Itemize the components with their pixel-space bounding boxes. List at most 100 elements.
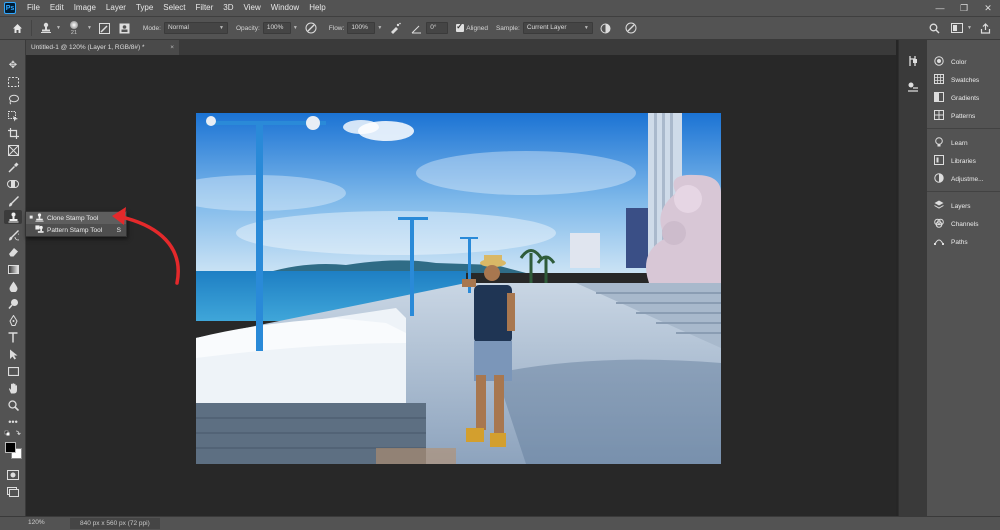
menu-bar: Ps File Edit Image Layer Type Select Fil…	[0, 0, 1000, 16]
clone-stamp-flyout-menu: ■ Clone Stamp Tool S Pattern Stamp Tool …	[25, 211, 127, 237]
angle-value: 0°	[430, 24, 437, 31]
menu-type[interactable]: Type	[131, 0, 158, 16]
zoom-level[interactable]: 120%	[28, 519, 52, 526]
search-icon[interactable]	[927, 21, 941, 35]
panel-gradients[interactable]: Gradients	[933, 92, 979, 104]
document-tab[interactable]: Untitled-1 @ 120% (Layer 1, RGB/8#) * ×	[26, 40, 179, 55]
move-tool-icon[interactable]: ✥	[4, 58, 22, 72]
layers-icon	[933, 200, 945, 212]
eraser-tool-icon[interactable]	[4, 245, 22, 259]
close-tab-icon[interactable]: ×	[170, 40, 174, 55]
panel-swatches[interactable]: Swatches	[933, 74, 979, 86]
sample-select[interactable]: Current Layer ▼	[522, 22, 593, 34]
document-info[interactable]: 840 px x 560 px (72 ppi)	[70, 518, 160, 529]
brush-size-value: 21	[70, 29, 78, 36]
path-selection-tool-icon[interactable]	[4, 347, 22, 361]
angle-icon	[409, 21, 423, 35]
dodge-tool-icon[interactable]	[4, 296, 22, 310]
blur-tool-icon[interactable]	[4, 279, 22, 293]
chevron-down-icon[interactable]: ▼	[967, 25, 972, 31]
menu-layer[interactable]: Layer	[101, 0, 131, 16]
menu-help[interactable]: Help	[304, 0, 330, 16]
channels-icon	[933, 218, 945, 230]
chevron-down-icon[interactable]: ▼	[87, 25, 92, 31]
ignore-adjustment-layers-icon[interactable]	[599, 21, 613, 35]
screen-mode-icon[interactable]	[4, 485, 22, 499]
flyout-item-clone-stamp[interactable]: ■ Clone Stamp Tool S	[26, 212, 126, 224]
opacity-input[interactable]: 100%	[262, 22, 291, 34]
minimize-button[interactable]: —	[928, 0, 952, 16]
foreground-color-swatch[interactable]	[5, 442, 16, 453]
default-colors-icon[interactable]	[4, 430, 22, 438]
history-brush-tool-icon[interactable]	[4, 228, 22, 242]
canvas-photo[interactable]	[196, 113, 721, 464]
restore-button[interactable]: ❐	[952, 0, 976, 16]
menu-window[interactable]: Window	[266, 0, 304, 16]
close-button[interactable]: ✕	[976, 0, 1000, 16]
menu-select[interactable]: Select	[158, 0, 190, 16]
angle-input[interactable]: 0°	[426, 22, 449, 34]
pressure-size-icon[interactable]	[624, 21, 638, 35]
panel-learn[interactable]: Learn	[933, 137, 968, 149]
gradient-tool-icon[interactable]	[4, 262, 22, 276]
panel-patterns[interactable]: Patterns	[933, 110, 975, 122]
menu-filter[interactable]: Filter	[191, 0, 219, 16]
panel-label: Learn	[951, 139, 968, 147]
more-tools-icon[interactable]: •••	[4, 415, 22, 429]
menu-view[interactable]: View	[239, 0, 266, 16]
panel-layers[interactable]: Layers	[933, 200, 971, 212]
brush-settings-icon[interactable]	[98, 21, 112, 35]
menu-edit[interactable]: Edit	[45, 0, 69, 16]
rectangle-tool-icon[interactable]	[4, 364, 22, 378]
collapsed-panel-strip	[898, 40, 926, 516]
zoom-tool-icon[interactable]	[4, 398, 22, 412]
airbrush-icon[interactable]	[388, 21, 402, 35]
pressure-opacity-icon[interactable]	[304, 21, 318, 35]
panel-adjustments[interactable]: Adjustme...	[933, 173, 984, 185]
panel-libraries[interactable]: Libraries	[933, 155, 976, 167]
photoshop-logo[interactable]: Ps	[4, 2, 16, 14]
brush-preset-picker[interactable]: 21	[65, 17, 83, 39]
frame-tool-icon[interactable]	[4, 143, 22, 157]
color-swatches[interactable]	[5, 442, 23, 460]
tools-panel: ✥ •••	[0, 40, 26, 516]
brush-tip-icon	[69, 20, 78, 29]
hand-tool-icon[interactable]	[4, 381, 22, 395]
panel-channels[interactable]: Channels	[933, 218, 978, 230]
share-icon[interactable]	[978, 21, 992, 35]
workspace-icon[interactable]	[950, 21, 964, 35]
mode-select[interactable]: Normal ▼	[163, 22, 228, 34]
flyout-item-pattern-stamp[interactable]: Pattern Stamp Tool S	[26, 224, 126, 236]
aligned-checkbox[interactable]	[456, 22, 465, 32]
panel-color[interactable]: Color	[933, 56, 967, 68]
chevron-down-icon[interactable]: ▼	[293, 25, 298, 31]
chevron-down-icon: ▼	[219, 25, 224, 31]
clone-stamp-tool-icon[interactable]	[4, 210, 22, 224]
chevron-down-icon[interactable]: ▼	[377, 25, 382, 31]
menu-file[interactable]: File	[22, 0, 45, 16]
eyedropper-tool-icon[interactable]	[4, 160, 22, 174]
chevron-down-icon[interactable]: ▼	[56, 25, 61, 31]
clone-stamp-icon	[34, 212, 44, 224]
clone-stamp-preset-icon[interactable]	[39, 21, 53, 35]
flyout-item-label: Pattern Stamp Tool	[47, 226, 103, 234]
quick-mask-icon[interactable]	[4, 468, 22, 482]
brush-tool-icon[interactable]	[4, 194, 22, 208]
panel-label: Patterns	[951, 112, 976, 120]
object-selection-tool-icon[interactable]	[4, 109, 22, 123]
clone-source-icon[interactable]	[118, 21, 132, 35]
type-tool-icon[interactable]	[4, 330, 22, 344]
menu-image[interactable]: Image	[69, 0, 101, 16]
pattern-grid-icon	[933, 110, 945, 122]
home-icon[interactable]	[10, 21, 24, 35]
lasso-tool-icon[interactable]	[4, 92, 22, 106]
flow-input[interactable]: 100%	[347, 22, 376, 34]
menu-3d[interactable]: 3D	[218, 0, 238, 16]
healing-brush-tool-icon[interactable]	[4, 177, 22, 191]
pen-tool-icon[interactable]	[4, 313, 22, 327]
panel-paths[interactable]: Paths	[933, 236, 968, 248]
history-panel-icon[interactable]	[906, 54, 920, 68]
crop-tool-icon[interactable]	[4, 126, 22, 140]
properties-panel-icon[interactable]	[906, 80, 920, 94]
marquee-tool-icon[interactable]	[4, 75, 22, 89]
